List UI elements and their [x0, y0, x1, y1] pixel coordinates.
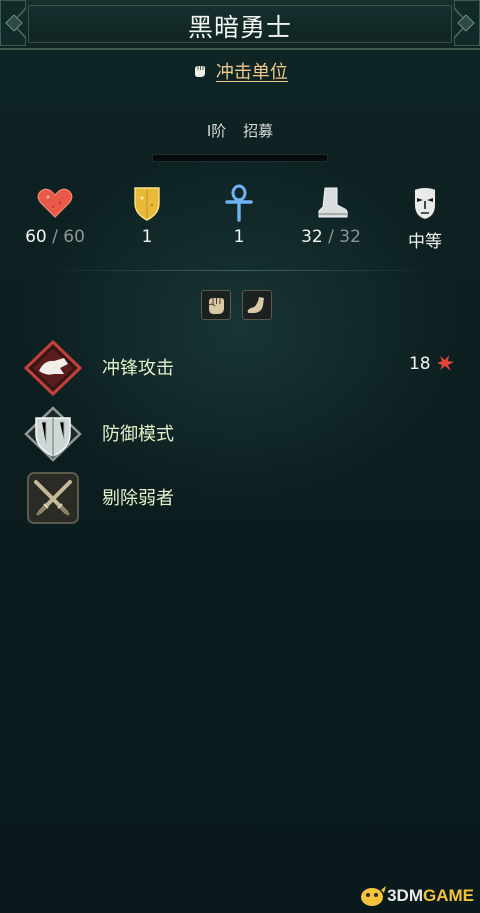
morale-value: 中等 [408, 232, 442, 252]
trait-fist-badge[interactable] [201, 290, 231, 320]
experience-bar [152, 154, 328, 162]
unit-info-panel: 黑暗勇士 冲击单位 I阶 招募 60 / 60 1 1 32 / 32 中等 冲… [0, 0, 480, 913]
ability-row[interactable]: 冲锋攻击 18 [24, 340, 454, 396]
health-separator: / [52, 227, 58, 247]
ability-cost: 18 [409, 354, 454, 374]
tier-row: I阶 招募 [0, 120, 480, 141]
stat-defense: 1 [107, 183, 187, 247]
stat-movement: 32 / 32 [291, 183, 371, 247]
trait-foot-badge[interactable] [242, 290, 272, 320]
ability-row[interactable]: 剔除弱者 [24, 470, 454, 526]
health-max: 60 [63, 227, 85, 247]
foot-icon [247, 297, 264, 313]
charge-attack-icon[interactable] [24, 340, 82, 396]
fist-icon [195, 66, 206, 77]
health-current: 60 [25, 227, 47, 247]
watermark-prefix: 3DM [387, 886, 423, 905]
tier-label: I阶 [206, 122, 227, 140]
watermark-logo-icon [361, 886, 387, 906]
heart-icon [37, 188, 73, 218]
fist-icon [208, 298, 224, 314]
watermark-text: 3DMGAME [387, 886, 474, 906]
resistance-value: 1 [233, 227, 245, 247]
stats-divider [48, 270, 432, 271]
boot-icon [318, 187, 348, 218]
ability-name: 冲锋攻击 [102, 358, 174, 379]
unit-name: 黑暗勇士 [187, 13, 292, 42]
unit-type-row[interactable]: 冲击单位 [0, 58, 480, 84]
stat-health: 60 / 60 [15, 183, 95, 247]
movement-separator: / [328, 227, 334, 247]
ability-row[interactable]: 防御模式 [24, 406, 454, 462]
watermark-suffix: GAME [423, 886, 474, 905]
header-bar: 黑暗勇士 [0, 0, 480, 50]
ability-name: 防御模式 [102, 424, 174, 445]
watermark: 3DMGAME [359, 883, 474, 909]
unit-type-link[interactable]: 冲击单位 [216, 62, 288, 83]
defense-mode-icon[interactable] [24, 406, 82, 462]
shield-icon [134, 187, 160, 221]
damage-burst-icon [437, 355, 454, 371]
stat-resistance: 1 [199, 183, 279, 247]
mask-icon [413, 186, 437, 222]
header-ornament-right [454, 0, 480, 46]
crossed-swords-icon[interactable] [24, 470, 82, 526]
ability-cost-value: 18 [408, 354, 431, 374]
ability-name: 剔除弱者 [102, 488, 174, 509]
recruit-label: 招募 [243, 122, 274, 140]
movement-current: 32 [301, 227, 323, 247]
movement-max: 32 [339, 227, 361, 247]
stat-morale: 中等 [385, 183, 465, 252]
ankh-icon [225, 184, 253, 222]
defense-value: 1 [141, 227, 153, 247]
